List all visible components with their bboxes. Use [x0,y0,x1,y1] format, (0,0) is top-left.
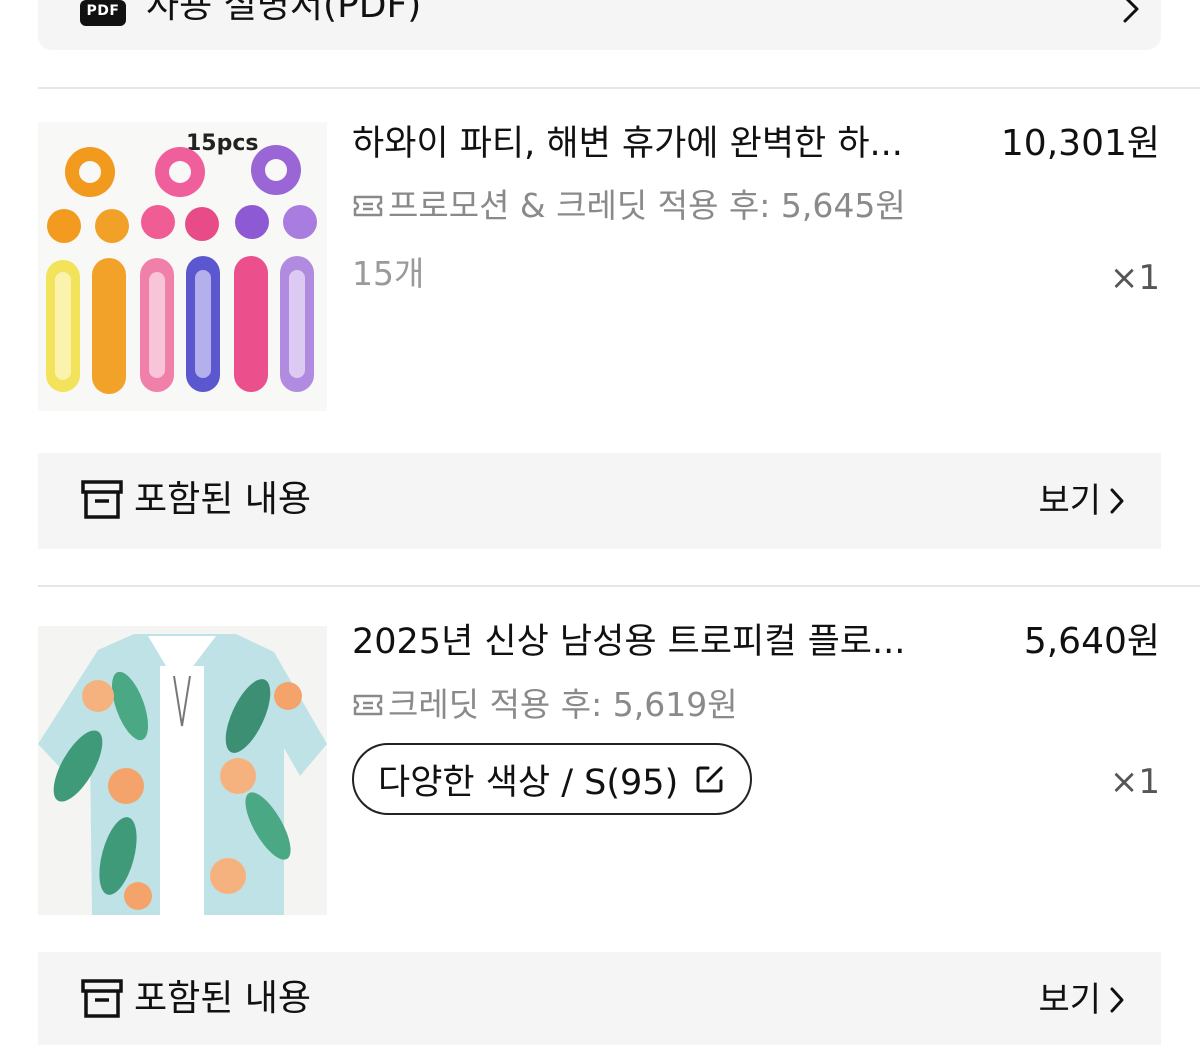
divider [38,87,1200,89]
quantity: ×1 [1109,258,1160,298]
manual-pdf-label: 사용 설명서(PDF) [146,0,422,26]
chevron-right-icon [1123,0,1139,23]
archive-box-icon [81,480,123,519]
product-price: 10,301원 [1000,123,1160,164]
chevron-right-icon [1110,488,1124,514]
credit-price-line: 크레딧 적용 후: 5,619원 [352,685,738,725]
credit-price-text: 프로모션 & 크레딧 적용 후: 5,645원 [388,186,906,225]
view-label: 보기 [1038,481,1101,521]
product-title[interactable]: 2025년 신상 남성용 트로피컬 플로... [352,620,964,664]
variant-selector-button[interactable]: 다양한 색상 / S(95) [352,743,753,815]
view-button[interactable]: 보기 [1038,978,1125,1022]
divider [38,585,1200,587]
product-price: 5,640원 [1023,621,1160,662]
product-title[interactable]: 하와이 파티, 해변 휴가에 완벽한 하... [352,122,964,166]
manual-pdf-row[interactable]: PDF 사용 설명서(PDF) [38,0,1161,50]
variant-text: 15개 [352,254,425,293]
image-caption: 15pcs [186,131,259,156]
view-label: 보기 [1038,980,1101,1020]
view-button[interactable]: 보기 [1038,479,1125,523]
archive-box-icon [81,979,123,1018]
chevron-right-icon [1110,987,1124,1013]
included-contents-label: 포함된 내용 [134,479,312,520]
coupon-icon [353,694,383,716]
product-image-lei[interactable]: 15pcs [38,122,327,411]
edit-icon [696,766,723,793]
credit-price-line: 프로모션 & 크레딧 적용 후: 5,645원 [352,186,906,226]
variant-label: 다양한 색상 / S(95) [378,762,679,803]
quantity: ×1 [1109,762,1160,802]
credit-price-text: 크레딧 적용 후: 5,619원 [388,685,738,724]
product-image-shirt[interactable] [38,626,327,915]
included-contents-label: 포함된 내용 [134,978,312,1019]
included-contents-row[interactable]: 포함된 내용 보기 [38,952,1161,1045]
coupon-icon [353,195,383,217]
order-item-list: PDF 사용 설명서(PDF) 15pcs 하와이 파티, 해변 휴가에 완벽한… [0,0,1200,1045]
pdf-icon: PDF [80,0,126,26]
included-contents-row[interactable]: 포함된 내용 보기 [38,453,1161,549]
